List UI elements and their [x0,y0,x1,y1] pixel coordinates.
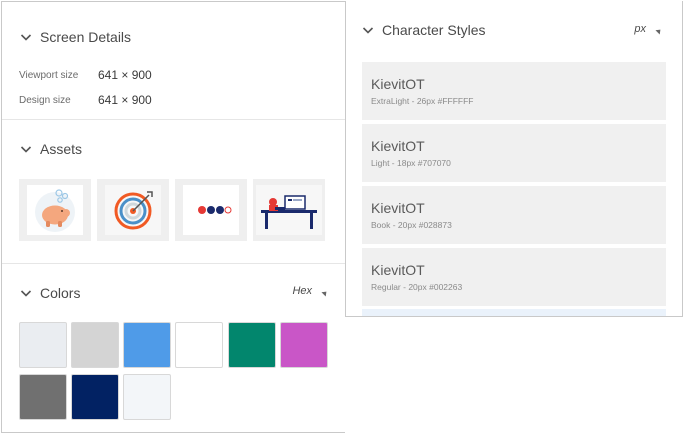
character-style-card[interactable]: KievitOT ExtraLight - 26px #FFFFFF [362,62,666,120]
style-font-name: KievitOT [371,138,425,154]
color-swatch[interactable] [19,374,67,420]
screen-details-header[interactable]: Screen Details [18,27,131,47]
unit-dropdown[interactable]: px [634,23,663,35]
style-meta: Regular - 20px #002263 [371,282,463,292]
dropdown-corner-icon [321,289,329,297]
color-format-label: Hex [292,285,312,297]
color-format-dropdown[interactable]: Hex [292,285,329,297]
style-meta: Book - 20px #028873 [371,220,452,230]
style-meta: Light - 18px #707070 [371,158,451,168]
color-swatch[interactable] [123,322,171,368]
left-panel: Screen Details Viewport size 641 × 900 D… [1,1,346,434]
assets-title: Assets [40,141,83,157]
design-size-value: 641 × 900 [98,93,152,107]
character-styles-title: Character Styles [382,22,486,38]
character-style-card[interactable]: KievitOT Book - 20px #028873 [362,186,666,244]
piggy-bank-icon [27,185,83,235]
assets-header[interactable]: Assets [18,139,82,159]
asset-desk-scene[interactable] [253,179,325,241]
viewport-size-value: 641 × 900 [98,68,152,82]
color-swatch[interactable] [71,322,119,368]
assets-section: Assets [2,121,346,264]
chevron-down-icon [18,29,34,45]
color-swatch[interactable] [19,322,67,368]
character-style-card[interactable]: KievitOT Light - 18px #707070 [362,124,666,182]
style-meta: ExtraLight - 26px #FFFFFF [371,96,474,106]
character-styles-header[interactable]: Character Styles [360,20,485,40]
target-icon [105,185,161,235]
character-style-card-partial[interactable] [362,309,666,316]
colors-header[interactable]: Colors [18,283,80,303]
style-font-name: KievitOT [371,76,425,92]
character-style-card[interactable]: KievitOT Regular - 20px #002263 [362,248,666,306]
desk-scene-icon [256,185,322,235]
color-swatch[interactable] [228,322,276,368]
style-font-name: KievitOT [371,200,425,216]
dots-icon [183,185,239,235]
asset-piggy-bank[interactable] [19,179,91,241]
design-size-label: Design size [19,94,71,106]
viewport-size-row: Viewport size 641 × 900 [19,68,152,82]
colors-title: Colors [40,285,81,301]
color-swatch[interactable] [71,374,119,420]
asset-dots[interactable] [175,179,247,241]
colors-section: Colors Hex [2,265,346,434]
character-styles-panel: Character Styles px KievitOT ExtraLight … [345,1,683,317]
chevron-down-icon [18,141,34,157]
screen-details-section: Screen Details Viewport size 641 × 900 D… [2,2,346,120]
color-swatch[interactable] [175,322,223,368]
unit-label: px [634,23,646,35]
viewport-size-label: Viewport size [19,69,79,81]
color-swatch[interactable] [123,374,171,420]
chevron-down-icon [360,22,376,38]
color-swatch[interactable] [280,322,328,368]
design-size-row: Design size 641 × 900 [19,93,152,107]
style-font-name: KievitOT [371,262,425,278]
screen-details-title: Screen Details [40,29,132,45]
dropdown-corner-icon [655,27,663,35]
chevron-down-icon [18,285,34,301]
asset-target[interactable] [97,179,169,241]
